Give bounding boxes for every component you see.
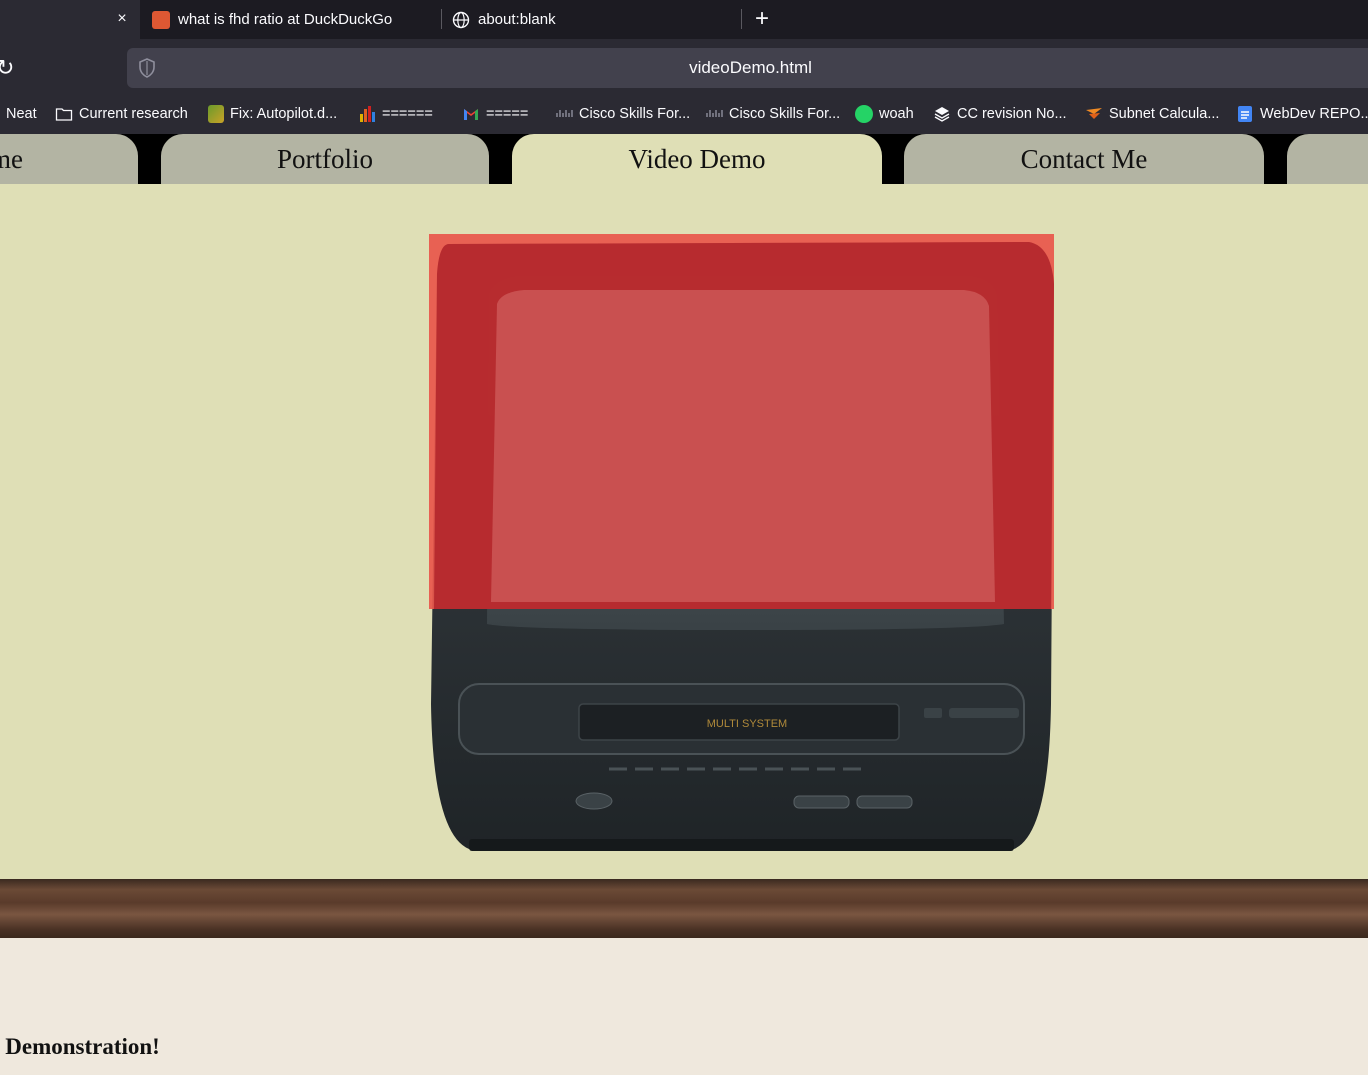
tv-video-player[interactable]: MULTI SYSTEM [429,234,1054,854]
bookmark-item[interactable]: Cisco Skills For... [705,98,840,130]
site-icon [208,105,224,123]
paper-section [0,938,1368,1075]
tab-divider [441,9,442,29]
bookmark-item[interactable]: WebDev REPO... [1236,98,1368,130]
globe-icon [452,11,470,28]
bookmark-item[interactable]: ====== [358,98,433,130]
layers-icon [934,107,950,122]
wooden-shelf [0,879,1368,938]
browser-toolbar: ↻ videoDemo.html [0,39,1368,98]
active-tab[interactable]: × [0,0,140,39]
nav-tab-video-demo[interactable]: Video Demo [512,134,882,184]
tab-divider [741,9,742,29]
subnet-icon [1086,108,1102,119]
nav-tab-contact-me[interactable]: Contact Me [904,134,1264,184]
chart-icon [360,106,375,122]
reload-icon[interactable]: ↻ [0,53,16,83]
tab-title: about:blank [478,11,556,28]
cisco-icon [556,110,573,117]
gmail-icon [464,109,478,120]
close-tab-icon[interactable]: × [114,8,130,30]
nav-tab-more[interactable] [1287,134,1368,184]
tv-brand-label: MULTI SYSTEM [707,718,787,730]
site-navigation: me Portfolio Video Demo Contact Me [0,134,1368,184]
bookmark-item[interactable]: Neat [0,98,37,130]
url-text: videoDemo.html [689,58,812,77]
bookmark-item[interactable]: woah [855,98,914,130]
new-tab-button[interactable]: + [750,4,774,34]
duckduckgo-icon [152,10,170,29]
page-heading: o Demonstration! [0,1034,160,1059]
bookmark-item[interactable]: Fix: Autopilot.d... [208,98,337,130]
folder-icon [55,108,73,121]
docs-icon [1238,106,1252,122]
bookmark-item[interactable]: CC revision No... [933,98,1067,130]
nav-tab-home[interactable]: me [0,134,138,184]
tab-title: what is fhd ratio at DuckDuckGo [178,11,393,28]
address-bar[interactable]: videoDemo.html [127,48,1368,88]
whatsapp-icon [855,105,873,123]
bookmark-item[interactable]: Cisco Skills For... [555,98,690,130]
bookmark-folder[interactable]: Current research [55,98,188,130]
bookmarks-toolbar: Neat Current research Fix: Autopilot.d..… [0,98,1368,134]
browser-tab-bar: × what is fhd ratio at DuckDuckGo about:… [0,0,1368,39]
bookmark-item[interactable]: ===== [462,98,528,130]
cisco-icon [706,110,723,117]
tab-duckduckgo[interactable]: what is fhd ratio at DuckDuckGo [152,0,432,39]
nav-tab-portfolio[interactable]: Portfolio [161,134,489,184]
bookmark-item[interactable]: Subnet Calcula... [1085,98,1219,130]
tab-about-blank[interactable]: about:blank [452,0,732,39]
